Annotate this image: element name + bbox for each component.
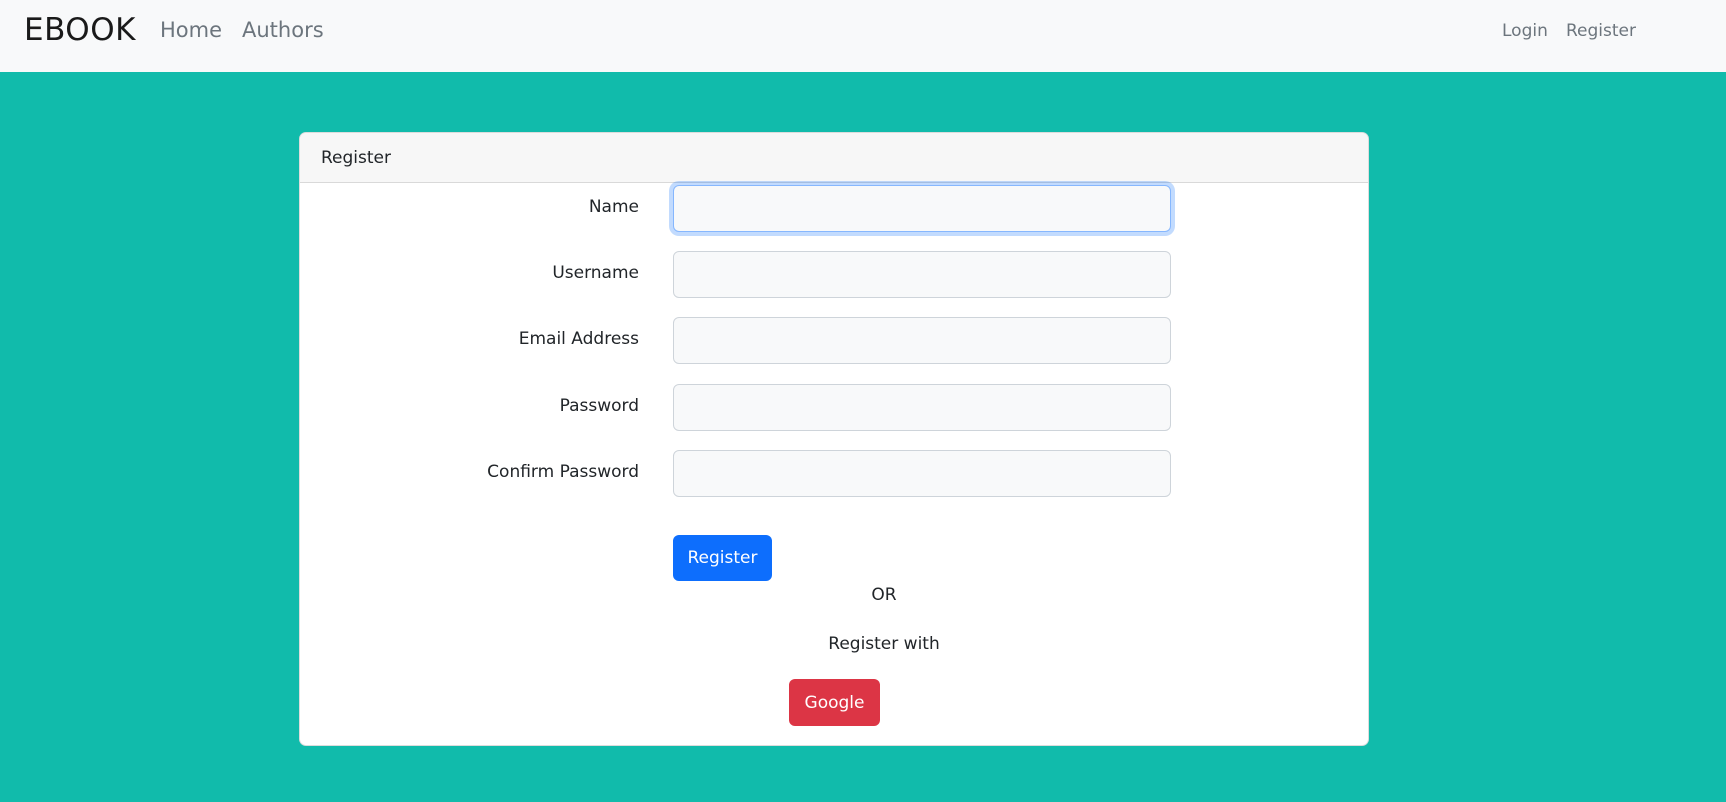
- email-input[interactable]: [673, 317, 1171, 364]
- name-input[interactable]: [673, 185, 1171, 232]
- top-navbar: EBOOK Home Authors Login Register: [0, 0, 1726, 72]
- username-input[interactable]: [673, 251, 1171, 298]
- card-title: Register: [321, 148, 391, 168]
- password-label: Password: [559, 396, 639, 416]
- register-submit-button[interactable]: Register: [673, 535, 772, 581]
- nav-link-authors[interactable]: Authors: [242, 16, 324, 44]
- name-label: Name: [588, 197, 639, 217]
- nav-link-home[interactable]: Home: [160, 16, 222, 44]
- password-input[interactable]: [673, 384, 1171, 431]
- nav-link-login[interactable]: Login: [1502, 20, 1548, 42]
- register-with-text: Register with: [828, 634, 940, 654]
- register-card: Register Name Username Email Address Pas…: [299, 132, 1369, 746]
- or-divider-text: OR: [871, 585, 897, 605]
- email-label: Email Address: [518, 329, 639, 349]
- google-register-button[interactable]: Google: [789, 679, 880, 726]
- username-label: Username: [552, 263, 639, 283]
- confirm-password-input[interactable]: [673, 450, 1171, 497]
- card-header: Register: [300, 133, 1368, 183]
- confirm-password-label: Confirm Password: [487, 462, 639, 482]
- brand-logo-link[interactable]: EBOOK: [24, 12, 136, 48]
- nav-link-register[interactable]: Register: [1566, 20, 1636, 42]
